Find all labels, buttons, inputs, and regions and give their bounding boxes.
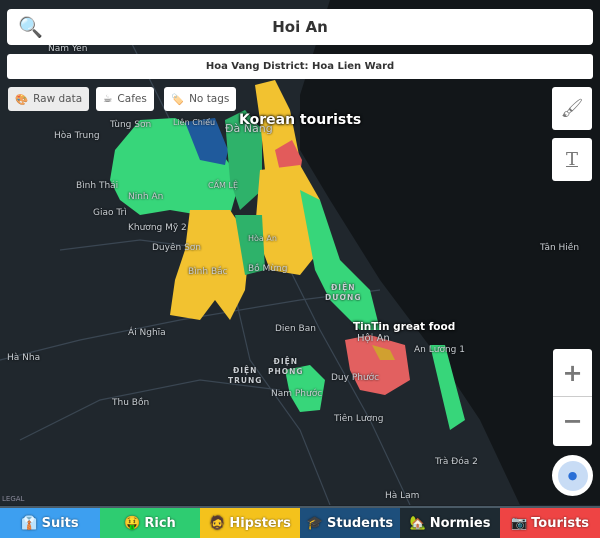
tab-students[interactable]: 🎓 Students <box>300 508 400 538</box>
necktie-icon: 👔 <box>21 515 38 531</box>
tab-rich[interactable]: 🤑 Rich <box>100 508 200 538</box>
map-label: ĐIỆN DƯƠNG <box>325 283 362 302</box>
tab-label: Hipsters <box>229 515 291 531</box>
locate-button[interactable]: ● <box>552 455 593 496</box>
tab-label: Students <box>327 515 394 531</box>
camera-icon: 📷 <box>510 515 528 531</box>
map-label: Giao Trì <box>93 208 127 218</box>
search-bar[interactable]: 🔍 Hoi An <box>7 9 593 45</box>
search-input[interactable]: Hoi An <box>272 18 328 36</box>
map-label: Nam Yên <box>48 44 88 54</box>
palette-icon: 🎨 <box>15 93 29 106</box>
tab-label: Normies <box>429 515 491 531</box>
map-label: Hòa Trung <box>54 131 100 141</box>
map-label: CẨM LỆ <box>208 181 239 190</box>
map-label: Bồ Mừng <box>248 264 288 274</box>
zoom-in-button[interactable]: + <box>553 349 592 397</box>
compass-icon: ● <box>557 460 588 491</box>
tag-icon: 🏷️ <box>171 93 185 106</box>
map-label: Trà Đóa 2 <box>435 457 478 467</box>
map-label: ĐIỆN PHONG <box>268 357 304 376</box>
tab-tourists[interactable]: 📷 Tourists <box>500 508 600 538</box>
bearded-face-icon: 🧔 <box>209 515 226 531</box>
tab-label: Tourists <box>531 515 590 531</box>
map-label: Tiên Lương <box>334 414 384 424</box>
tab-label: Suits <box>41 515 79 531</box>
filter-cafes[interactable]: ☕ Cafes <box>96 87 154 111</box>
paintbrush-icon: 🖌 <box>560 98 584 119</box>
map-label: ĐIỆN TRUNG <box>228 366 263 385</box>
money-face-icon: 🤑 <box>124 515 141 531</box>
map-label: Hội An <box>357 333 390 344</box>
map-label: Duyên Sơn <box>152 243 201 253</box>
map-label: Tân Hiền <box>540 243 580 253</box>
filter-no-tags[interactable]: 🏷️ No tags <box>164 87 237 111</box>
map-label: Dien Ban <box>275 324 316 334</box>
tab-hipsters[interactable]: 🧔 Hipsters <box>200 508 300 538</box>
map-label: An Lương 1 <box>414 345 465 355</box>
tab-label: Rich <box>144 515 176 531</box>
filter-label: Cafes <box>117 93 147 105</box>
tab-normies[interactable]: 🏡 Normies <box>400 508 500 538</box>
filter-label: Raw data <box>33 93 83 105</box>
graduation-cap-icon: 🎓 <box>306 515 323 531</box>
zoom-control: + − <box>553 349 592 446</box>
map-label: Khương Mỹ 2 <box>128 223 187 233</box>
map-label: Ninh An <box>128 192 164 202</box>
map-label: Liên Chiểu <box>173 118 216 127</box>
map-label: Nam Phước <box>271 389 323 399</box>
text-button[interactable]: T <box>552 138 592 181</box>
map-label: Ái Nghĩa <box>128 328 166 338</box>
filter-raw-data[interactable]: 🎨 Raw data <box>8 87 90 111</box>
tab-suits[interactable]: 👔 Suits <box>0 508 100 538</box>
map-label: Hà Nha <box>7 353 41 363</box>
magnifier-icon: 🔍 <box>18 15 43 39</box>
map-label: Bình Thái <box>76 181 119 191</box>
category-tabs: 👔 Suits 🤑 Rich 🧔 Hipsters 🎓 Students 🏡 Normie… <box>0 506 600 538</box>
annotation-korean-tourists[interactable]: Korean tourists <box>239 112 361 128</box>
map-label: Bình Bắc <box>188 267 228 277</box>
map-label: Hòa An <box>248 234 277 243</box>
map-label: Thu Bồn <box>112 398 150 408</box>
annotation-tintin[interactable]: TinTin great food <box>353 321 455 333</box>
coffee-icon: ☕ <box>103 93 113 105</box>
house-icon: 🏡 <box>409 515 426 531</box>
map-label: Tùng Sơn <box>110 120 152 130</box>
district-label: Hoa Vang District: Hoa Lien Ward <box>7 54 593 79</box>
paint-button[interactable]: 🖌 <box>552 87 592 130</box>
text-icon: T <box>565 149 578 170</box>
filter-label: No tags <box>189 93 230 105</box>
legal-link[interactable]: LEGAL <box>2 495 24 503</box>
zoom-out-button[interactable]: − <box>553 397 592 445</box>
map-label: Duy Phước <box>331 373 380 383</box>
map-label: Hà Lam <box>385 491 420 501</box>
